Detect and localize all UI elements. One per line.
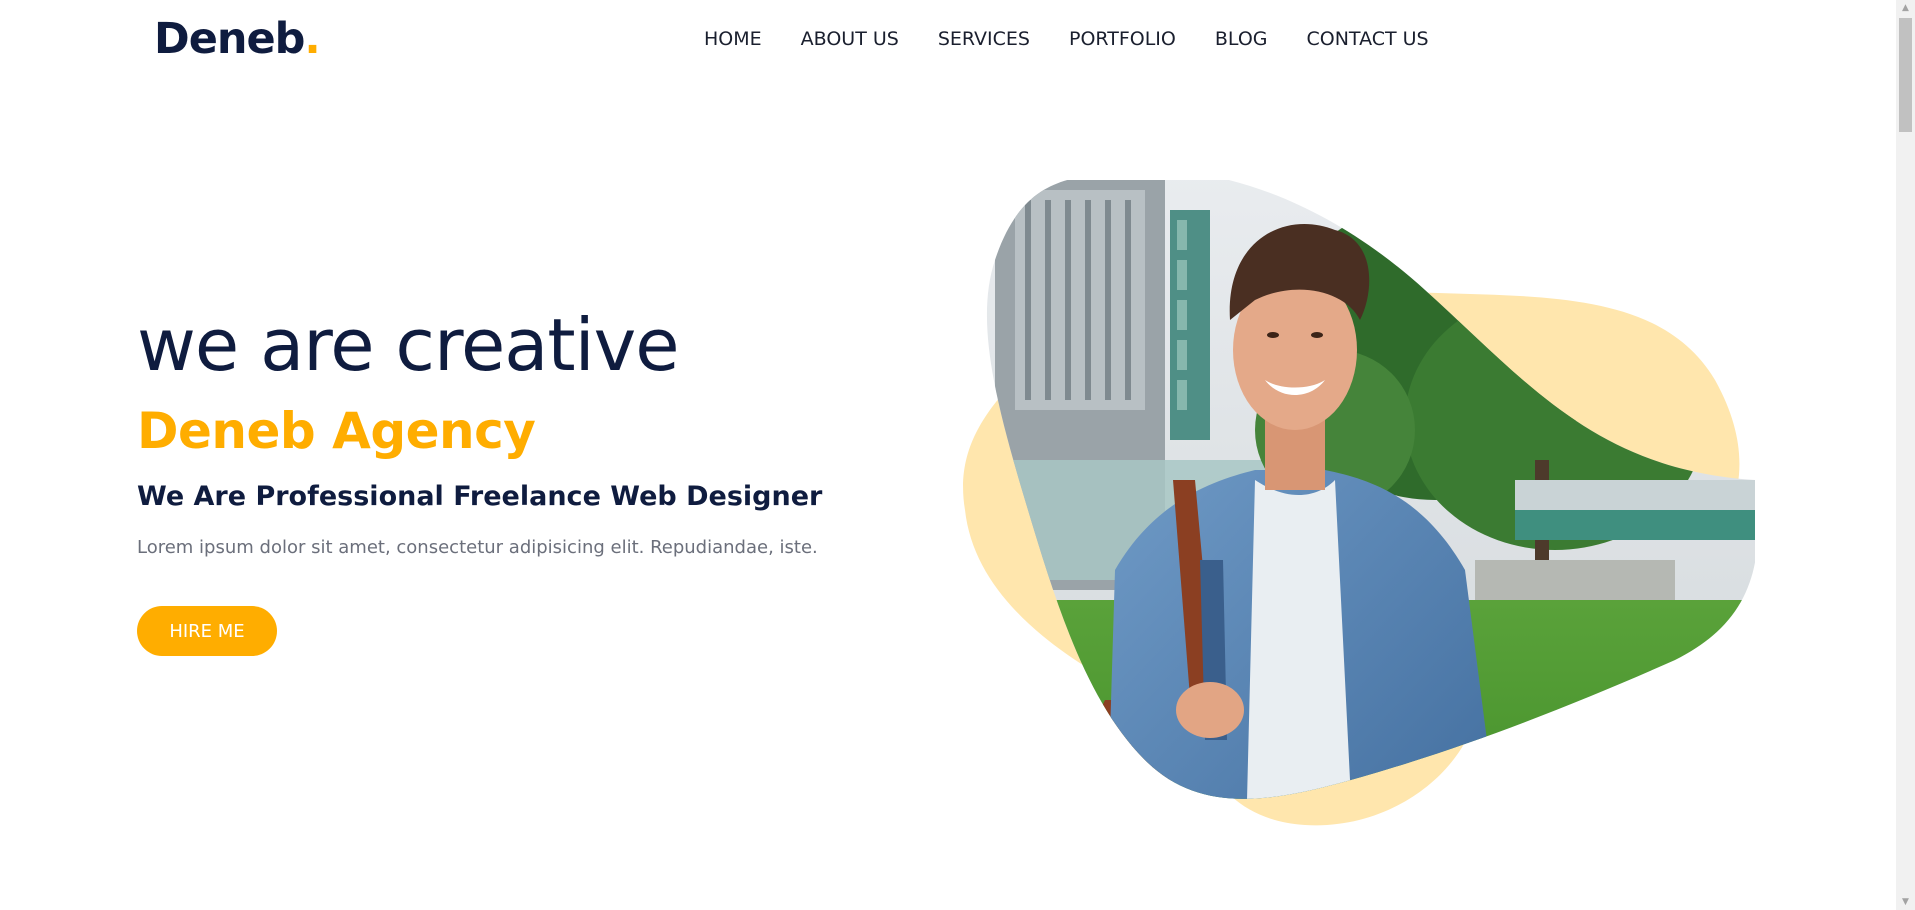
hero-illustration [963, 180, 1755, 826]
nav-item-portfolio[interactable]: PORTFOLIO [1069, 25, 1176, 53]
nav-item-about-us[interactable]: ABOUT US [801, 25, 899, 53]
page-scrollbar[interactable]: ▲ ▼ [1896, 0, 1915, 910]
main-nav: HOME ABOUT US SERVICES PORTFOLIO BLOG CO… [704, 25, 1429, 53]
nav-item-services[interactable]: SERVICES [938, 25, 1030, 53]
logo[interactable]: Deneb. [154, 14, 321, 64]
logo-text: Deneb [154, 14, 305, 64]
page: Deneb. HOME ABOUT US SERVICES PORTFOLIO … [0, 0, 1915, 910]
logo-dot: . [304, 14, 320, 64]
scroll-up-arrow-icon[interactable]: ▲ [1896, 0, 1915, 16]
hero-image-area [955, 180, 1755, 910]
nav-item-contact-us[interactable]: CONTACT US [1307, 25, 1429, 53]
hire-me-button[interactable]: HIRE ME [137, 606, 277, 656]
hero-description: Lorem ipsum dolor sit amet, consectetur … [137, 537, 818, 558]
nav-item-blog[interactable]: BLOG [1215, 25, 1268, 53]
scroll-down-arrow-icon[interactable]: ▼ [1896, 894, 1915, 910]
hero-brand-name: Deneb Agency [137, 402, 536, 460]
scroll-thumb[interactable] [1899, 18, 1912, 132]
hero-subheading: We Are Professional Freelance Web Design… [137, 481, 823, 512]
hero-heading: we are creative [137, 303, 680, 387]
nav-item-home[interactable]: HOME [704, 25, 762, 53]
hero-text: we are creative Deneb Agency We Are Prof… [137, 300, 897, 656]
